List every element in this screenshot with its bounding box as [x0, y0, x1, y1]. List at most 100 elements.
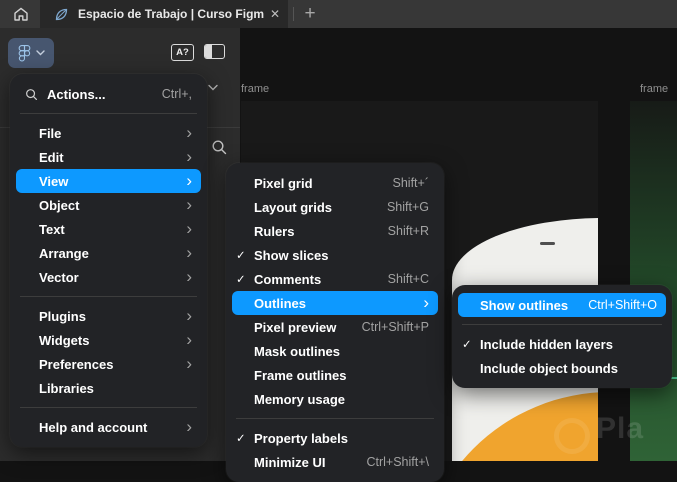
menu-item-pixel-preview[interactable]: Pixel preview Ctrl+Shift+P — [232, 315, 438, 339]
menu-item-preferences[interactable]: Preferences › — [16, 352, 201, 376]
menu-item-label: Vector — [39, 269, 79, 285]
menu-item-label: Plugins — [39, 308, 86, 324]
menu-item-label: Pixel grid — [254, 175, 313, 191]
menu-shortcut: Ctrl+Shift+O — [588, 298, 657, 312]
menu-item-label: Outlines — [254, 295, 307, 311]
card-handle-dash — [540, 242, 555, 245]
sidebar-icon-fill — [205, 45, 212, 58]
menu-item-object[interactable]: Object › — [16, 193, 201, 217]
frame-name-label[interactable]: frame — [241, 83, 269, 95]
menu-item-frame-outlines[interactable]: Frame outlines — [232, 363, 438, 387]
outlines-submenu: Show outlines Ctrl+Shift+O ✓ Include hidde… — [452, 285, 672, 388]
watermark-ring — [554, 418, 590, 454]
menu-item-view[interactable]: View › — [16, 169, 201, 193]
menu-item-memory-usage[interactable]: Memory usage — [232, 387, 438, 411]
menu-item-label: Object — [39, 197, 80, 213]
menu-item-help-and-account[interactable]: Help and account › — [16, 415, 201, 439]
submenu-arrow-icon: › — [186, 219, 192, 238]
missing-fonts-button[interactable]: A? — [171, 44, 194, 61]
menu-item-label: Include hidden layers — [480, 336, 613, 352]
main-menu-dropdown: Actions... Ctrl+, File › Edit › View › Obje… — [10, 74, 207, 447]
submenu-arrow-icon: › — [423, 293, 429, 312]
menu-item-comments[interactable]: ✓ Comments Shift+C — [232, 267, 438, 291]
tab-close-icon[interactable]: ✕ — [270, 7, 280, 21]
menu-item-widgets[interactable]: Widgets › — [16, 328, 201, 352]
tab-separator — [293, 7, 294, 21]
check-icon: ✓ — [462, 339, 472, 351]
menu-item-mask-outlines[interactable]: Mask outlines — [232, 339, 438, 363]
submenu-arrow-icon: › — [186, 171, 192, 190]
toggle-sidebar-button[interactable] — [204, 44, 225, 59]
submenu-arrow-icon: › — [186, 354, 192, 373]
menu-separator — [20, 113, 197, 114]
layers-search-button[interactable] — [211, 139, 228, 161]
menu-item-text[interactable]: Text › — [16, 217, 201, 241]
submenu-arrow-icon: › — [186, 306, 192, 325]
menu-item-label: Pixel preview — [254, 319, 337, 335]
menu-item-libraries[interactable]: Libraries — [16, 376, 201, 400]
submenu-arrow-icon: › — [186, 243, 192, 262]
submenu-arrow-icon: › — [186, 123, 192, 142]
menu-item-label: Text — [39, 221, 65, 237]
menu-item-pixel-grid[interactable]: Pixel grid Shift+´ — [232, 171, 438, 195]
menu-item-minimize-ui[interactable]: Minimize UI Ctrl+Shift+\ — [232, 450, 438, 474]
menu-item-outlines[interactable]: Outlines › — [232, 291, 438, 315]
menu-item-label: File — [39, 125, 62, 141]
design-frame-green[interactable] — [630, 101, 677, 461]
menu-item-include-hidden-layers[interactable]: ✓ Include hidden layers — [458, 332, 666, 356]
main-menu-button[interactable] — [8, 38, 54, 68]
menu-item-label: Layout grids — [254, 199, 333, 215]
new-tab-button[interactable]: + — [298, 2, 322, 26]
search-icon — [212, 140, 227, 155]
figma-logo-icon — [18, 44, 30, 61]
menu-shortcut: Ctrl+, — [161, 87, 192, 101]
menu-item-label: Preferences — [39, 356, 114, 372]
menu-item-label: Rulers — [254, 223, 295, 239]
menu-shortcut: Ctrl+Shift+P — [361, 320, 429, 334]
submenu-arrow-icon: › — [186, 195, 192, 214]
menu-item-include-object-bounds[interactable]: Include object bounds — [458, 356, 666, 380]
menu-item-label: Libraries — [39, 380, 94, 396]
watermark-text: Pla — [596, 412, 645, 445]
chevron-down-icon — [35, 50, 45, 56]
menu-item-show-outlines[interactable]: Show outlines Ctrl+Shift+O — [458, 293, 666, 317]
menu-item-label: Frame outlines — [254, 367, 347, 383]
submenu-arrow-icon: › — [186, 330, 192, 349]
menu-item-label: Show slices — [254, 247, 329, 263]
menu-item-label: Edit — [39, 149, 64, 165]
menu-item-label: Memory usage — [254, 391, 346, 407]
menu-item-plugins[interactable]: Plugins › — [16, 304, 201, 328]
home-button[interactable] — [6, 2, 36, 26]
submenu-arrow-icon: › — [186, 147, 192, 166]
menu-shortcut: Shift+G — [386, 200, 429, 214]
menu-item-actions[interactable]: Actions... Ctrl+, — [16, 82, 201, 106]
check-icon: ✓ — [236, 274, 246, 286]
menu-item-file[interactable]: File › — [16, 121, 201, 145]
search-icon — [25, 88, 38, 101]
menu-item-edit[interactable]: Edit › — [16, 145, 201, 169]
menu-item-label: Arrange — [39, 245, 89, 261]
menu-item-rulers[interactable]: Rulers Shift+R — [232, 219, 438, 243]
menu-shortcut: Shift+C — [387, 272, 429, 286]
check-icon: ✓ — [236, 433, 246, 445]
menu-separator — [462, 324, 662, 325]
menu-item-arrange[interactable]: Arrange › — [16, 241, 201, 265]
menu-item-show-slices[interactable]: ✓ Show slices — [232, 243, 438, 267]
home-icon — [14, 7, 28, 21]
menu-item-label: Show outlines — [480, 297, 569, 313]
submenu-arrow-icon: › — [186, 267, 192, 286]
frame-name-label[interactable]: frame — [640, 83, 668, 95]
menu-item-label: Widgets — [39, 332, 90, 348]
missing-fonts-label: A? — [176, 47, 189, 58]
figma-app-window: { "window": { "tab_title": "Espacio de T… — [0, 0, 677, 482]
menu-item-vector[interactable]: Vector › — [16, 265, 201, 289]
tab-espacio-de-trabajo[interactable]: Espacio de Trabajo | Curso Figma ✕ — [40, 0, 288, 28]
menu-item-label: Actions... — [47, 86, 106, 102]
pages-collapse-button[interactable] — [208, 78, 218, 96]
menu-item-layout-grids[interactable]: Layout grids Shift+G — [232, 195, 438, 219]
draft-file-icon — [55, 8, 68, 20]
menu-item-property-labels[interactable]: ✓ Property labels — [232, 426, 438, 450]
menu-item-label: Mask outlines — [254, 343, 340, 359]
view-submenu: Pixel grid Shift+´ Layout grids Shift+G Ru… — [226, 163, 444, 482]
menu-separator — [20, 407, 197, 408]
